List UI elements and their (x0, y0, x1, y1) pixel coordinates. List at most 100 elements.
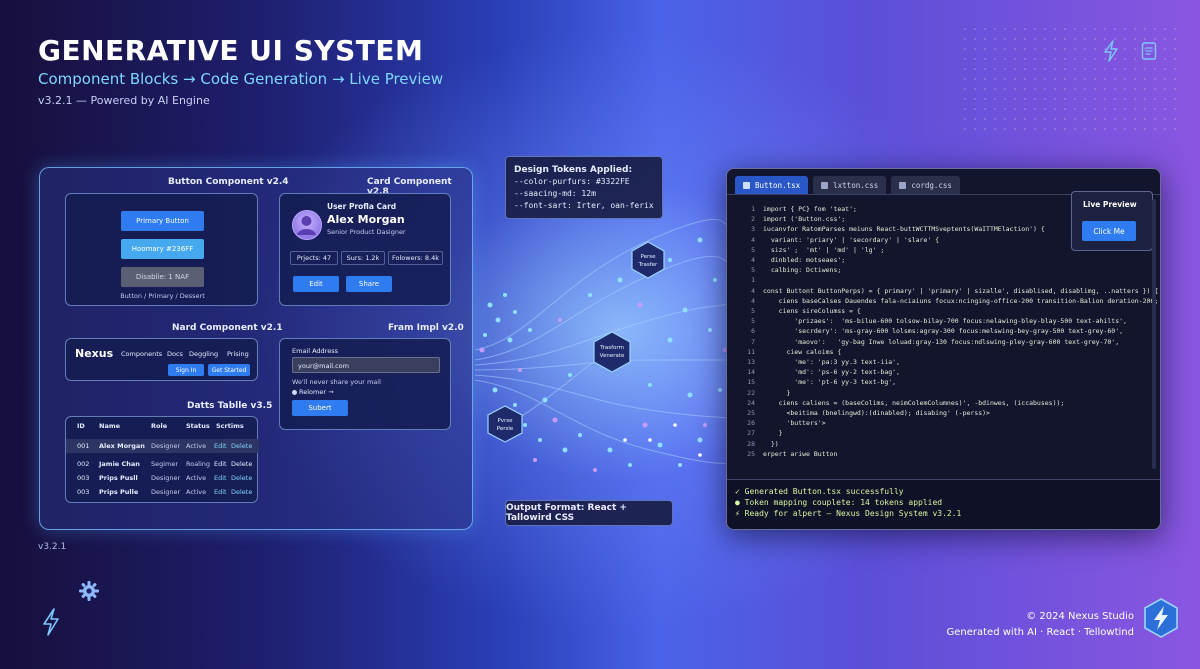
cell: Prips Pusll (99, 474, 138, 482)
submit-button[interactable]: Subert (292, 400, 348, 416)
table-row[interactable]: 003 Prips Pusll Designer Active Edit Del… (66, 471, 259, 485)
card-stat: Surs: 1.2k (341, 251, 385, 265)
tab-config-css[interactable]: cordg.css (891, 176, 960, 194)
form-card: Email Address your@mail.com We'll never … (279, 338, 451, 430)
card-edit-button[interactable]: Edit (293, 276, 339, 292)
code-text: } (763, 388, 791, 397)
button-caption: Button / Primary / Dessert (120, 292, 205, 300)
radio-dot-icon (292, 389, 297, 395)
col-header: Status (186, 422, 210, 430)
nav-link-deggling[interactable]: Deggling (189, 350, 218, 358)
cell: 002 (77, 460, 90, 468)
lightning-icon (42, 608, 60, 640)
table-row[interactable]: 003 Prips Pulle Designer Active Edit Del… (66, 485, 259, 499)
code-text: const Buttont ButtonPerps) = { primary' … (763, 286, 1159, 295)
line-number: 3 (751, 225, 755, 234)
cell: Active (186, 442, 207, 450)
tab-button-tsx[interactable]: Button.tsx (735, 176, 809, 194)
remember-checkbox[interactable]: Relomer → (292, 388, 334, 396)
line-number: 5 (751, 245, 755, 254)
output-format-label: Output Format: React + Tallowird CSS (505, 500, 673, 526)
email-label: Email Address (292, 347, 338, 355)
avatar (292, 210, 322, 240)
code-line: 24 ciens caliens = (baseColims, neimCole… (733, 398, 1150, 408)
nav-component-label: Nard Component v2.1 (172, 323, 283, 333)
code-line: 14 'md': 'ps-6 yy-2 text-bag', (733, 367, 1150, 377)
table-row[interactable]: 001 Alex Morgan Designer Active Edit Del… (66, 439, 259, 453)
primary-button[interactable]: Primary Button (121, 211, 204, 231)
line-number: 6 (751, 327, 755, 336)
nav-link-components[interactable]: Components (121, 350, 162, 358)
code-text: <beitima (bnelingwd):(dinabled); disabin… (763, 409, 990, 418)
file-icon (743, 181, 750, 189)
nav-link-docs[interactable]: Docs (167, 350, 183, 358)
file-icon (899, 181, 907, 189)
code-line: 5 calbing: Dctiwens; (733, 265, 1150, 275)
code-line: 4 ciens baseCalses Dauendes fala-nciaiun… (733, 296, 1158, 306)
code-text: 'md': 'ps-6 yy-2 text-bag', (763, 368, 900, 377)
code-text: sizs' ; 'mt' | 'md' | 'lg' ; (763, 245, 885, 254)
row-edit-link[interactable]: Edit (214, 442, 227, 450)
row-edit-link[interactable]: Edit (214, 460, 227, 468)
node-label: Venerate (600, 353, 625, 359)
col-header: Name (99, 422, 121, 430)
scrollbar[interactable] (1152, 199, 1156, 469)
row-edit-link[interactable]: Edit (214, 474, 227, 482)
card-share-button[interactable]: Share (346, 276, 392, 292)
row-delete-link[interactable]: Delete (231, 442, 252, 450)
footer-credits: © 2024 Nexus Studio Generated with AI · … (947, 609, 1135, 641)
get-started-button[interactable]: Get Started (208, 364, 250, 376)
top-icons (1100, 40, 1160, 62)
line-number: 4 (751, 235, 755, 244)
code-line: 1 (733, 275, 1150, 285)
click-me-button[interactable]: Click Me (1082, 221, 1136, 241)
code-text: 'butters'> (763, 419, 826, 428)
row-delete-link[interactable]: Delete (231, 474, 252, 482)
line-number: 4 (751, 296, 755, 305)
nav-link-pricing[interactable]: Prising (227, 350, 249, 358)
card-stat: Prjects: 47 (290, 251, 338, 265)
code-text: 'maovo': 'gy-bag Inwe loluad:gray-130 fo… (763, 337, 1120, 346)
nav-brand[interactable]: Nexus (75, 347, 113, 360)
line-number: 5 (751, 266, 755, 275)
code-text: 'me': 'pt-6 yy-3 text-bg', (763, 378, 897, 387)
row-edit-link[interactable]: Edit (214, 488, 227, 496)
table-header: ID Name Role Status Scrtims (66, 422, 259, 436)
code-text: variant: 'priary' | 'secordary' | 'slare… (763, 235, 940, 244)
code-text: } (763, 429, 783, 438)
row-delete-link[interactable]: Delete (231, 460, 252, 468)
terminal-line: ✓ Generated Button.tsx successfully (735, 487, 904, 496)
cell: Roaling (186, 460, 211, 468)
row-delete-link[interactable]: Delete (231, 488, 252, 496)
file-icon (821, 181, 829, 189)
secondary-button[interactable]: Hoomary #236FF (121, 239, 204, 259)
code-line: 15 'me': 'pt-6 yy-3 text-bg', (733, 377, 1150, 387)
code-text: dinbled: motseaes'; (763, 256, 846, 265)
document-icon[interactable] (1138, 40, 1160, 62)
code-line: 5 'prizaes': 'ms-bilue-600 tolsow-bilay-… (733, 316, 1150, 326)
code-line: 25 erpert ariwe Button (733, 449, 1150, 459)
token-line: --color-purfurs: #3322FE (514, 177, 630, 186)
code-text: ciens sireColumss = { (763, 307, 861, 316)
line-number: 7 (751, 337, 755, 346)
design-tokens-panel: Design Tokens Applied: --color-purfurs: … (505, 156, 663, 219)
tokens-title: Design Tokens Applied: (514, 165, 633, 175)
sign-in-button[interactable]: Sign In (168, 364, 204, 376)
editor-tabs: Button.tsx lxtton.css cordg.css (735, 176, 960, 194)
parse-node-bottom: Pvrse Persle (487, 405, 523, 443)
table-row[interactable]: 002 Jamie Chan Segimer Roaling Edit Dele… (66, 457, 259, 471)
cell: Jamie Chan (99, 460, 140, 468)
live-preview-label: Live Preview (1083, 200, 1137, 209)
lightning-icon[interactable] (1100, 40, 1122, 62)
code-line: 25 <beitima (bnelingwd):(dinabled); disa… (733, 408, 1150, 418)
code-line: 7 'maovo': 'gy-bag Inwe loluad:gray-130 … (733, 337, 1150, 347)
email-field[interactable]: your@mail.com (292, 357, 440, 373)
page-title: GENERATIVE UI SYSTEM (38, 34, 424, 67)
live-preview-panel: Live Preview Click Me (1071, 191, 1153, 251)
data-flow-graphic: Perse Trasfer Trasform Venerate Pvrse Pe… (474, 219, 736, 472)
tab-label: lxtton.css (833, 180, 879, 190)
button-component-card: Primary Button Hoomary #236FF Disablie: … (65, 193, 258, 306)
tab-button-css[interactable]: lxtton.css (813, 176, 887, 194)
gear-icon[interactable] (78, 580, 100, 606)
col-header: Scrtims (216, 422, 244, 430)
